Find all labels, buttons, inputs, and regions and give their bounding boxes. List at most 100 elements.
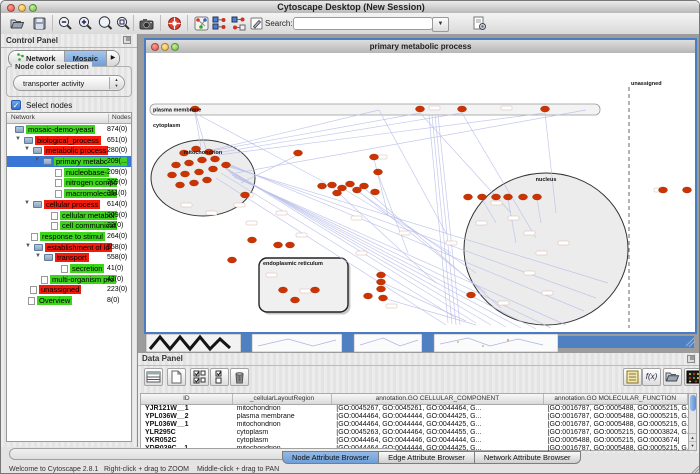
table-cell[interactable]: plasma membrane bbox=[233, 413, 333, 421]
graph-node[interactable] bbox=[286, 242, 295, 248]
expand-arrow-icon[interactable]: ▼ bbox=[24, 146, 30, 152]
graph-node[interactable] bbox=[416, 106, 425, 112]
table-cell[interactable]: [GO:0005488, GO:0005215, GO:0003674] bbox=[544, 437, 688, 445]
tree-row[interactable]: ▼transport558(0) bbox=[7, 252, 131, 263]
graph-node[interactable] bbox=[318, 183, 327, 189]
attribute-table[interactable]: ID_cellularLayoutRegionannotation.GO CEL… bbox=[140, 393, 689, 451]
tree-row[interactable]: unassigned223(0) bbox=[7, 284, 131, 295]
attribute-table-header[interactable]: ID_cellularLayoutRegionannotation.GO CEL… bbox=[141, 394, 688, 405]
help-icon[interactable] bbox=[166, 15, 183, 32]
open-icon[interactable] bbox=[9, 15, 26, 32]
attribute-matrix-icon[interactable] bbox=[684, 368, 700, 386]
table-row[interactable]: YKR052Ccytoplasm[GO:0044464, GO:0044446,… bbox=[141, 437, 688, 445]
graph-node[interactable] bbox=[371, 189, 380, 195]
graph-node[interactable] bbox=[467, 292, 476, 298]
scrollbar-thumb[interactable] bbox=[690, 395, 696, 411]
select-attributes-icon[interactable] bbox=[190, 368, 209, 386]
graph-node[interactable] bbox=[209, 166, 218, 172]
graph-node[interactable] bbox=[181, 171, 190, 177]
tree-row[interactable]: cellular metabol209(0) bbox=[7, 210, 131, 221]
attribute-list-icon[interactable] bbox=[623, 368, 642, 386]
graph-node[interactable] bbox=[533, 194, 542, 200]
graph-node[interactable] bbox=[311, 287, 320, 293]
annotation-icon[interactable] bbox=[248, 15, 265, 32]
delete-attribute-icon[interactable] bbox=[230, 368, 249, 386]
tree-row[interactable]: Overview8(0) bbox=[7, 295, 131, 306]
graph-node[interactable] bbox=[203, 177, 212, 183]
tree-row[interactable]: ▼metabolic process280(0) bbox=[7, 145, 131, 156]
table-cell[interactable]: YJR121W__1 bbox=[141, 405, 233, 413]
tab-node-attribute-browser[interactable]: Node Attribute Browser bbox=[282, 451, 379, 464]
graph-node[interactable] bbox=[377, 286, 386, 292]
table-cell[interactable]: [GO:0016787, GO:0005488, GO:0005215, G..… bbox=[544, 405, 688, 413]
table-cell[interactable]: [GO:0044464, GO:0044444, GO:0044425, G..… bbox=[332, 421, 543, 429]
layout-b-icon[interactable] bbox=[230, 15, 247, 32]
table-column-header[interactable]: ID bbox=[141, 394, 233, 404]
table-scrollbar[interactable]: ▲ ▼ bbox=[688, 393, 697, 451]
expand-arrow-icon[interactable]: ▼ bbox=[35, 253, 41, 259]
tree-row[interactable]: ▼biological_process651(0) bbox=[7, 135, 131, 146]
search-input[interactable] bbox=[293, 17, 433, 30]
graph-node[interactable] bbox=[541, 106, 550, 112]
graph-node[interactable] bbox=[519, 194, 528, 200]
more-tabs-icon[interactable]: ▶ bbox=[107, 51, 119, 66]
network-tree-header[interactable]: Network Nodes bbox=[7, 113, 131, 124]
graph-node[interactable] bbox=[185, 160, 194, 166]
table-cell[interactable]: YPL036W__2 bbox=[141, 413, 233, 421]
graph-node[interactable] bbox=[377, 272, 386, 278]
tree-column-nodes[interactable]: Nodes bbox=[108, 114, 131, 123]
graph-node[interactable] bbox=[274, 242, 283, 248]
layout-a-icon[interactable] bbox=[211, 15, 228, 32]
table-cell[interactable]: [GO:0044464, GO:0044446, GO:0044444, G..… bbox=[332, 437, 543, 445]
snapshot-icon[interactable] bbox=[138, 15, 155, 32]
tree-row[interactable]: cell communicat22(0) bbox=[7, 220, 131, 231]
float-panel-icon[interactable] bbox=[123, 36, 131, 44]
table-cell[interactable]: [GO:0045267, GO:0045261, GO:0044464, G..… bbox=[332, 405, 543, 413]
graph-node[interactable] bbox=[294, 150, 303, 156]
table-row[interactable]: YLR295Ccytoplasm[GO:0045263, GO:0044464,… bbox=[141, 429, 688, 437]
expand-arrow-icon[interactable]: ▼ bbox=[34, 157, 40, 163]
table-cell[interactable]: cytoplasm bbox=[233, 437, 333, 445]
table-cell[interactable]: [GO:0044464, GO:0044444, GO:0044425, G..… bbox=[332, 413, 543, 421]
table-cell[interactable]: mitochondrion bbox=[233, 421, 333, 429]
table-row[interactable]: YPL036W__1mitochondrion[GO:0044464, GO:0… bbox=[141, 421, 688, 429]
graph-node[interactable] bbox=[458, 106, 467, 112]
table-cell[interactable]: [GO:0016787, GO:0005488, GO:0005215, G..… bbox=[544, 413, 688, 421]
expand-arrow-icon[interactable]: ▼ bbox=[25, 243, 31, 249]
expand-arrow-icon[interactable]: ▼ bbox=[15, 136, 21, 142]
unselect-attributes-icon[interactable] bbox=[210, 368, 229, 386]
table-column-header[interactable]: _cellularLayoutRegion bbox=[233, 394, 333, 404]
graph-node[interactable] bbox=[504, 194, 513, 200]
tree-row[interactable]: ▼establishment of lo558(0) bbox=[7, 242, 131, 253]
tree-row[interactable]: multi-organism pro42(0) bbox=[7, 274, 131, 285]
table-column-header[interactable]: annotation.GO MOLECULAR_FUNCTION bbox=[544, 394, 688, 404]
graph-node[interactable] bbox=[364, 293, 373, 299]
graph-node[interactable] bbox=[683, 187, 692, 193]
zoom-selected-icon[interactable] bbox=[115, 15, 132, 32]
graph-node[interactable] bbox=[346, 181, 355, 187]
search-dropdown-icon[interactable]: ▼ bbox=[432, 17, 449, 32]
graph-node[interactable] bbox=[190, 180, 199, 186]
tree-row[interactable]: response to stimul264(0) bbox=[7, 231, 131, 242]
tree-row[interactable]: nitrogen compo209(0) bbox=[7, 177, 131, 188]
tree-row[interactable]: ▼cellular process614(0) bbox=[7, 199, 131, 210]
graph-node[interactable] bbox=[248, 237, 257, 243]
graph-node[interactable] bbox=[370, 154, 379, 160]
select-nodes-checkbox[interactable]: ✓ bbox=[11, 100, 21, 110]
graph-node[interactable] bbox=[333, 190, 342, 196]
graph-node[interactable] bbox=[168, 172, 177, 178]
table-cell[interactable]: [GO:0045263, GO:0044464, GO:0044455, G..… bbox=[332, 429, 543, 437]
graph-node[interactable] bbox=[377, 279, 386, 285]
graph-node[interactable] bbox=[228, 257, 237, 263]
table-row[interactable]: YPL036W__2plasma membrane[GO:0044464, GO… bbox=[141, 413, 688, 421]
resize-grip-icon[interactable] bbox=[691, 465, 700, 474]
graph-node[interactable] bbox=[241, 192, 250, 198]
graph-node[interactable] bbox=[379, 295, 388, 301]
graph-node[interactable] bbox=[279, 287, 288, 293]
vizmapper-icon[interactable] bbox=[193, 15, 210, 32]
tree-row[interactable]: ▼primary metabo209(... bbox=[7, 156, 131, 167]
graph-node[interactable] bbox=[328, 182, 337, 188]
zoom-out-icon[interactable] bbox=[57, 15, 74, 32]
tree-row[interactable]: macromolecule311(0) bbox=[7, 188, 131, 199]
advanced-search-icon[interactable] bbox=[471, 15, 488, 32]
